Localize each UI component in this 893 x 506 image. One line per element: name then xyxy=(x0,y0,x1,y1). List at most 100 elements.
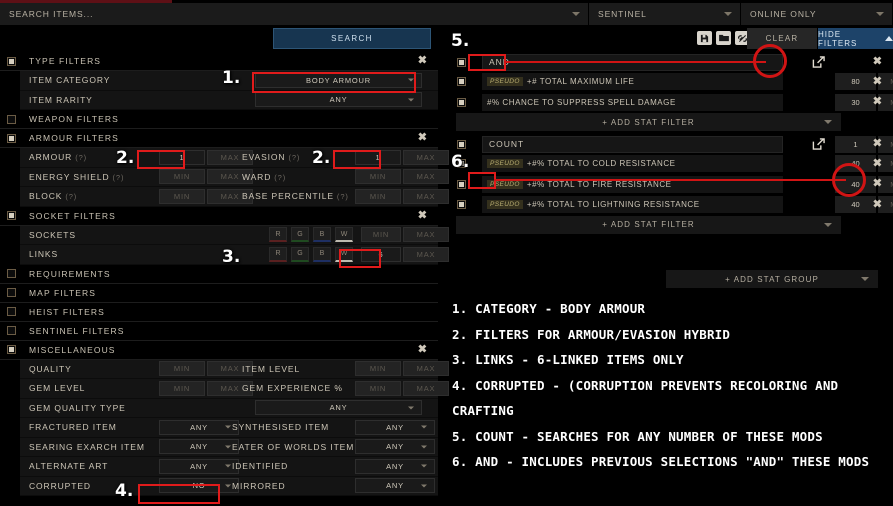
chevron-down-icon xyxy=(421,425,427,429)
chevron-down-icon xyxy=(421,484,427,488)
filter-select[interactable]: Any xyxy=(255,92,422,108)
filter-select[interactable]: Any xyxy=(355,478,435,494)
help-icon[interactable]: (?) xyxy=(337,192,349,201)
stat-min-input[interactable]: 40 xyxy=(835,175,876,193)
filter-max-input[interactable]: Max xyxy=(403,169,449,185)
filter-max-input[interactable]: Max xyxy=(403,188,449,204)
filter-select[interactable]: Any xyxy=(355,419,435,435)
close-icon[interactable]: ✖ xyxy=(873,56,882,68)
help-icon[interactable]: (?) xyxy=(75,153,87,162)
stat-row-text[interactable]: #% chance to Suppress Spell Damage xyxy=(482,93,783,111)
stat-min-input[interactable]: 30 xyxy=(835,93,876,111)
socket-color-r-button[interactable]: R xyxy=(269,227,287,243)
filter-min-input[interactable]: Min xyxy=(159,169,205,185)
filter-group-checkbox[interactable] xyxy=(7,56,16,66)
stat-row-checkbox[interactable] xyxy=(457,179,466,189)
stat-row-checkbox[interactable] xyxy=(457,97,466,107)
help-icon[interactable]: (?) xyxy=(65,192,77,201)
stat-min-input[interactable]: 80 xyxy=(835,73,876,91)
filter-group-checkbox[interactable] xyxy=(7,133,16,143)
filter-min-input[interactable]: Min xyxy=(355,380,401,396)
filter-select[interactable]: Any xyxy=(355,439,435,455)
clear-button[interactable]: Clear xyxy=(747,28,817,49)
filter-min-input[interactable]: Min xyxy=(355,169,401,185)
filter-min-input[interactable]: 1 xyxy=(355,149,401,165)
socket-max-input[interactable]: Max xyxy=(403,246,449,262)
socket-color-b-button[interactable]: B xyxy=(313,246,331,262)
close-icon[interactable]: ✖ xyxy=(873,76,882,87)
filter-group-checkbox[interactable] xyxy=(7,288,16,297)
filter-min-input[interactable]: Min xyxy=(159,188,205,204)
filter-select[interactable]: Any xyxy=(355,458,435,474)
socket-color-g-button[interactable]: G xyxy=(291,246,309,262)
filter-min-input[interactable]: Min xyxy=(355,361,401,377)
search-button[interactable]: Search xyxy=(273,28,431,49)
hide-filters-button[interactable]: Hide Filters xyxy=(818,28,893,49)
close-icon[interactable]: ✖ xyxy=(873,96,882,108)
socket-min-input[interactable]: Min xyxy=(361,227,401,243)
filter-min-input[interactable]: Min xyxy=(355,188,401,204)
socket-color-b-button[interactable]: B xyxy=(313,227,331,243)
close-icon[interactable]: ✖ xyxy=(418,210,427,221)
socket-color-g-button[interactable]: G xyxy=(291,227,309,243)
stat-group-title[interactable]: Count xyxy=(482,135,783,153)
filter-group-checkbox[interactable] xyxy=(7,269,16,278)
filter-group-checkbox[interactable] xyxy=(7,211,16,220)
edit-icon[interactable] xyxy=(812,56,825,69)
filter-group-checkbox[interactable] xyxy=(7,307,16,316)
stat-row-checkbox[interactable] xyxy=(457,159,466,169)
filter-max-input[interactable]: Max xyxy=(403,380,449,396)
filter-select-value: Any xyxy=(329,95,348,105)
socket-color-w-button[interactable]: W xyxy=(335,246,353,262)
add-stat-group-button[interactable]: + Add Stat Group xyxy=(666,270,878,288)
filter-max-input[interactable]: Max xyxy=(403,149,449,165)
save-disk-icon[interactable] xyxy=(697,31,712,45)
add-stat-filter-button[interactable]: + Add Stat Filter xyxy=(456,113,841,131)
filter-select[interactable]: Any xyxy=(255,400,422,416)
search-input[interactable]: Search Items... xyxy=(0,3,589,25)
filter-group-checkbox[interactable] xyxy=(7,326,16,335)
filter-min-input[interactable]: Min xyxy=(159,361,205,377)
stat-row-text[interactable]: Pseudo +# total maximum Life xyxy=(482,73,783,91)
stat-group-title[interactable]: And xyxy=(482,53,783,71)
close-icon[interactable]: ✖ xyxy=(418,132,427,144)
filter-min-input[interactable]: 1 xyxy=(159,149,205,165)
stat-group-header: Count1Max✖ xyxy=(450,134,893,154)
stat-row-checkbox[interactable] xyxy=(457,200,466,210)
socket-min-input[interactable]: 6 xyxy=(361,246,401,262)
league-select[interactable]: Sentinel xyxy=(589,3,741,25)
stat-row-text[interactable]: Pseudo +#% total to Cold Resistance xyxy=(482,155,783,173)
help-icon[interactable]: (?) xyxy=(274,173,286,182)
socket-color-r-button[interactable]: R xyxy=(269,246,287,262)
chevron-down-icon xyxy=(408,78,414,82)
status-select[interactable]: Online Only xyxy=(741,3,893,25)
stat-row-text[interactable]: Pseudo +#% total to Fire Resistance xyxy=(482,175,783,193)
close-icon[interactable]: ✖ xyxy=(873,158,882,169)
stat-min-input[interactable]: 40 xyxy=(835,196,876,214)
stat-group-checkbox[interactable] xyxy=(457,139,466,149)
stat-row-checkbox[interactable] xyxy=(457,77,466,87)
stat-group-checkbox[interactable] xyxy=(457,57,466,67)
close-icon[interactable]: ✖ xyxy=(873,178,882,190)
filter-group-checkbox[interactable] xyxy=(7,114,16,124)
socket-color-w-button[interactable]: W xyxy=(335,227,353,243)
socket-max-input[interactable]: Max xyxy=(403,227,449,243)
close-icon[interactable]: ✖ xyxy=(873,199,882,210)
close-icon[interactable]: ✖ xyxy=(418,55,427,67)
close-icon[interactable]: ✖ xyxy=(873,138,882,150)
filter-min-input[interactable]: Min xyxy=(159,380,205,396)
filter-select[interactable]: Body Armour xyxy=(255,72,422,88)
filter-max-input[interactable]: Max xyxy=(403,361,449,377)
folder-open-icon[interactable] xyxy=(716,31,731,45)
add-stat-filter-button[interactable]: + Add Stat Filter xyxy=(456,215,841,234)
filter-row-label: Evasion (?) xyxy=(233,152,300,162)
stat-row-text[interactable]: Pseudo +#% total to Lightning Resistance xyxy=(482,196,783,214)
stat-group-min-input[interactable]: 1 xyxy=(835,135,876,153)
filter-group-checkbox[interactable] xyxy=(7,345,16,354)
help-icon[interactable]: (?) xyxy=(288,153,300,162)
stat-min-input[interactable]: 40 xyxy=(835,155,876,173)
close-icon[interactable]: ✖ xyxy=(418,344,427,355)
help-icon[interactable]: (?) xyxy=(113,173,125,182)
edit-icon[interactable] xyxy=(812,138,825,151)
filter-group-header-miscellaneous: Miscellaneous ✖ xyxy=(0,341,438,360)
